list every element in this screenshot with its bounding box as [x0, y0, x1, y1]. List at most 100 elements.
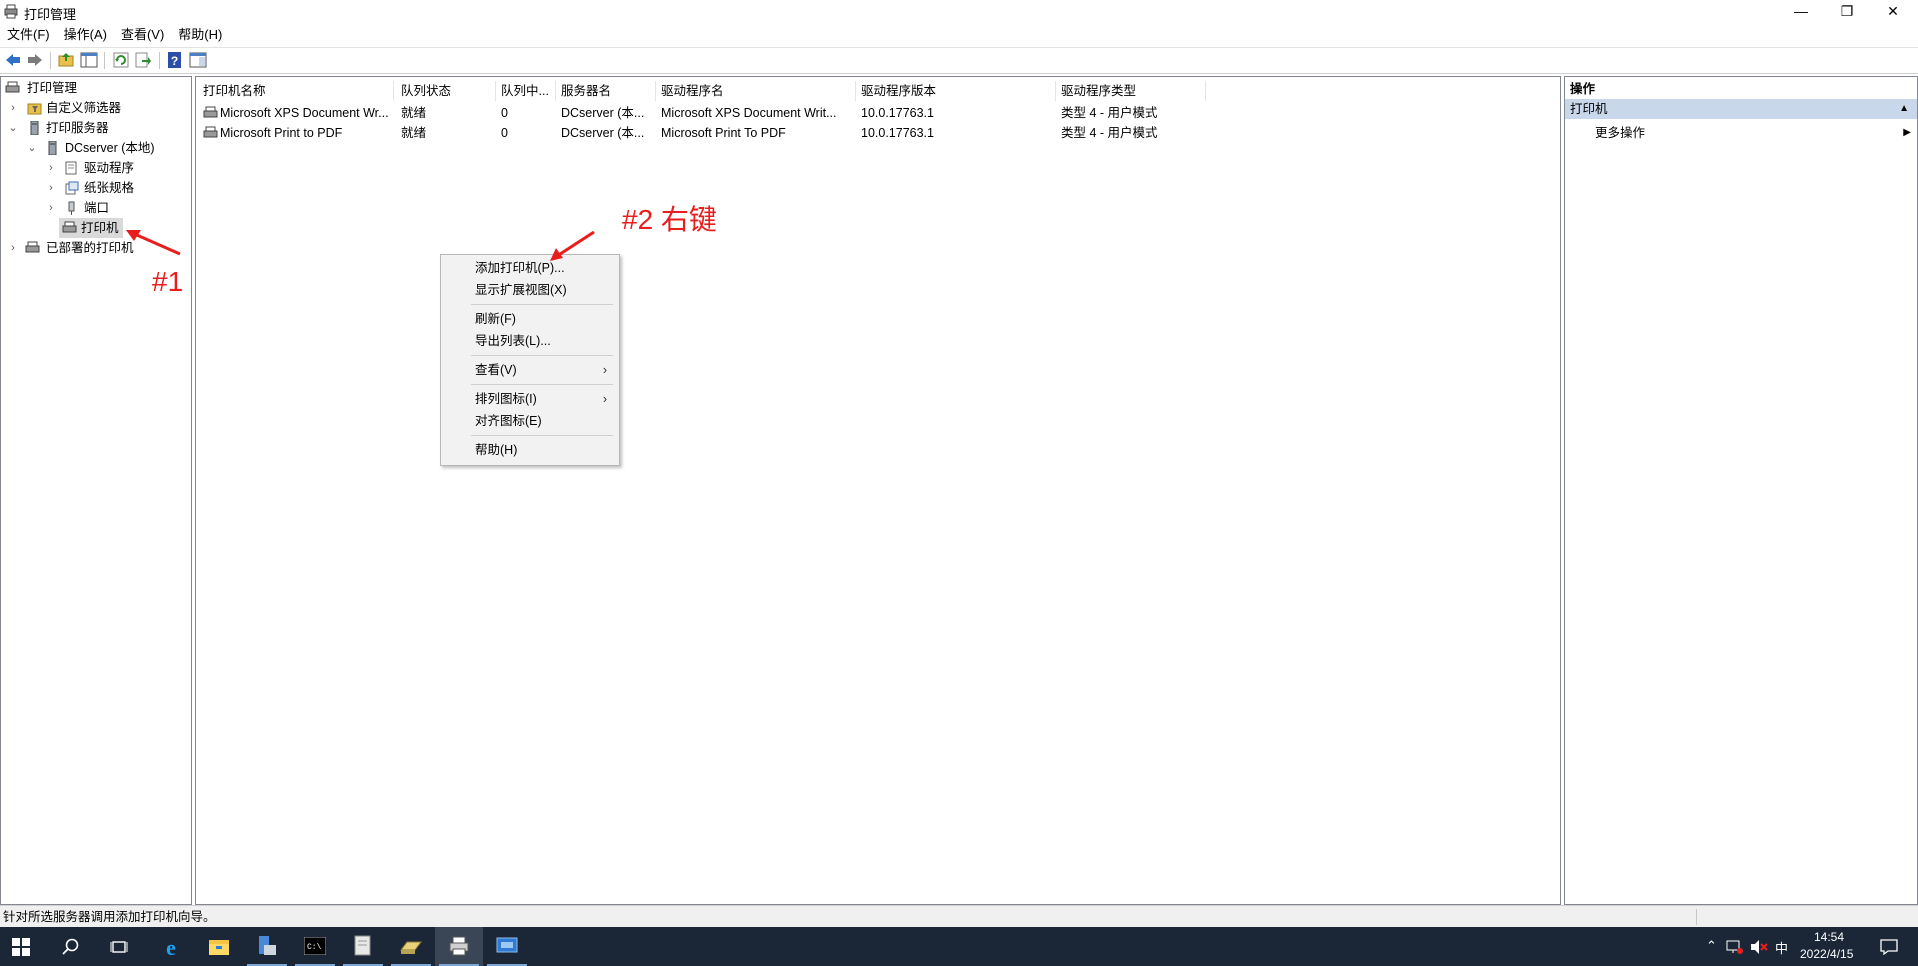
tree-item-printers[interactable]: 打印机 [59, 218, 123, 238]
forward-icon[interactable] [26, 51, 44, 69]
expand-chevron-icon[interactable]: › [46, 198, 56, 218]
menu-item-export-list[interactable]: 导出列表(L)... [441, 330, 617, 352]
restore-button[interactable]: ❐ [1824, 0, 1870, 22]
collapse-chevron-icon[interactable]: ⌄ [27, 138, 37, 158]
server-icon [30, 121, 39, 135]
cell-server-name: DCserver (本... [561, 106, 645, 120]
table-row[interactable]: Microsoft Print to PDF 就绪 0 DCserver (本.… [198, 123, 1558, 143]
taskbar-print-management[interactable] [435, 927, 483, 966]
svg-text:C:\: C:\ [307, 943, 322, 952]
status-divider [1696, 909, 1697, 925]
column-header-printer-name[interactable]: 打印机名称 [198, 81, 394, 101]
menu-item-align-icons[interactable]: 对齐图标(E) [441, 410, 617, 432]
tree-item-dcserver[interactable]: ⌄ DCserver (本地) [3, 138, 189, 158]
task-view-icon[interactable] [110, 938, 128, 956]
collapse-chevron-icon[interactable]: ⌄ [8, 118, 18, 138]
column-header-driver-type[interactable]: 驱动程序类型 [1056, 81, 1206, 101]
annotation-step-1: #1 [152, 266, 184, 297]
menu-separator [471, 355, 613, 356]
menu-help[interactable]: 帮助(H) [171, 24, 229, 46]
context-menu: 添加打印机(P)... 显示扩展视图(X) 刷新(F) 导出列表(L)... 查… [440, 254, 620, 466]
tree-item-deployed-printers[interactable]: › 已部署的打印机 [3, 238, 189, 258]
refresh-icon[interactable] [112, 51, 130, 69]
volume-muted-icon[interactable] [1750, 939, 1768, 955]
tree-item-custom-filters[interactable]: › 自定义筛选器 [3, 98, 189, 118]
tree-label: 驱动程序 [84, 161, 135, 175]
column-header-driver-name[interactable]: 驱动程序名 [656, 81, 856, 101]
network-icon[interactable] [1726, 939, 1744, 955]
clock-date[interactable]: 2022/4/15 [1800, 947, 1853, 961]
menu-item-show-extended-view[interactable]: 显示扩展视图(X) [441, 279, 617, 301]
server-icon [48, 141, 57, 155]
expand-chevron-icon[interactable]: › [46, 158, 56, 178]
console-tree-pane: 打印管理 › 自定义筛选器 ⌄ 打印服务器 ⌄ DCserver (本地) › … [0, 76, 192, 905]
taskbar-command-prompt[interactable]: C:\ [291, 927, 339, 966]
menu-item-arrange-icons[interactable]: 排列图标(I) › [441, 388, 617, 410]
cell-driver-name: Microsoft XPS Document Writ... [661, 106, 837, 120]
toolbar-separator [50, 52, 51, 69]
ime-indicator[interactable]: 中 [1775, 938, 1788, 957]
taskbar-remote-desktop[interactable] [483, 927, 531, 966]
actions-header: 操作 [1570, 82, 1596, 96]
taskbar-notepad[interactable] [339, 927, 387, 966]
expand-chevron-icon[interactable]: › [8, 98, 18, 118]
taskbar-server-manager[interactable] [243, 927, 291, 966]
tree-item-forms[interactable]: › 纸张规格 [3, 178, 189, 198]
menu-item-add-printer[interactable]: 添加打印机(P)... [441, 257, 617, 279]
menu-item-help[interactable]: 帮助(H) [441, 439, 617, 461]
taskbar-internet-explorer[interactable]: e [147, 927, 195, 966]
column-header-jobs-in-queue[interactable]: 队列中... [496, 81, 556, 101]
taskbar-drive-tool[interactable] [387, 927, 435, 966]
actions-section-printers[interactable]: 打印机 ▲ [1565, 99, 1917, 119]
action-more-actions[interactable]: 更多操作 ▶ [1565, 123, 1917, 143]
clock-time[interactable]: 14:54 [1814, 930, 1844, 944]
cell-printer-name: Microsoft XPS Document Wr... [220, 106, 389, 120]
expand-chevron-icon[interactable]: › [46, 178, 56, 198]
filter-folder-icon [27, 103, 42, 115]
internet-explorer-icon: e [166, 935, 176, 959]
close-button[interactable]: ✕ [1870, 0, 1916, 22]
search-icon[interactable] [62, 938, 80, 956]
help-icon[interactable]: ? [166, 51, 184, 69]
notification-center-icon[interactable] [1880, 939, 1898, 955]
server-manager-icon [259, 936, 276, 955]
menu-separator [471, 435, 613, 436]
back-icon[interactable] [4, 51, 22, 69]
minimize-button[interactable]: — [1778, 0, 1824, 22]
tree-label: DCserver (本地) [65, 141, 155, 155]
up-folder-icon[interactable] [57, 51, 75, 69]
expand-chevron-icon[interactable]: › [8, 238, 18, 258]
menu-action[interactable]: 操作(A) [57, 24, 114, 46]
show-hide-tree-icon[interactable] [80, 51, 98, 69]
submenu-arrow-icon: › [602, 392, 607, 406]
column-header-queue-status[interactable]: 队列状态 [396, 81, 496, 101]
actions-section-label: 打印机 [1570, 102, 1608, 116]
taskbar-file-explorer[interactable] [195, 927, 243, 966]
print-management-taskbar-icon [449, 936, 469, 956]
toolbar-separator [159, 52, 160, 69]
table-row[interactable]: Microsoft XPS Document Wr... 就绪 0 DCserv… [198, 103, 1558, 123]
column-header-server-name[interactable]: 服务器名 [556, 81, 656, 101]
cell-server-name: DCserver (本... [561, 126, 645, 140]
cell-driver-version: 10.0.17763.1 [861, 126, 934, 140]
collapse-arrow-icon[interactable]: ▲ [1899, 99, 1909, 119]
remote-desktop-icon [496, 937, 518, 953]
file-explorer-icon [209, 940, 229, 955]
column-header-driver-version[interactable]: 驱动程序版本 [856, 81, 1056, 101]
export-icon[interactable] [134, 51, 152, 69]
windows-start-icon[interactable] [12, 938, 30, 956]
menu-view[interactable]: 查看(V) [114, 24, 171, 46]
cell-queue-status: 就绪 [401, 126, 427, 140]
actions-pane: 操作 打印机 ▲ 更多操作 ▶ [1564, 76, 1918, 905]
tree-item-drivers[interactable]: › 驱动程序 [3, 158, 189, 178]
menu-item-refresh[interactable]: 刷新(F) [441, 308, 617, 330]
menu-item-view[interactable]: 查看(V) › [441, 359, 617, 381]
menu-file[interactable]: 文件(F) [0, 24, 57, 46]
tray-expand-icon[interactable]: ⌃ [1706, 938, 1717, 954]
tree-label: 打印管理 [27, 81, 78, 95]
tree-item-ports[interactable]: › 端口 [3, 198, 189, 218]
tree-item-print-management[interactable]: 打印管理 [3, 78, 189, 98]
tree-item-print-servers[interactable]: ⌄ 打印服务器 [3, 118, 189, 138]
properties-icon[interactable] [189, 51, 207, 69]
toolbar: ? [0, 47, 1918, 74]
